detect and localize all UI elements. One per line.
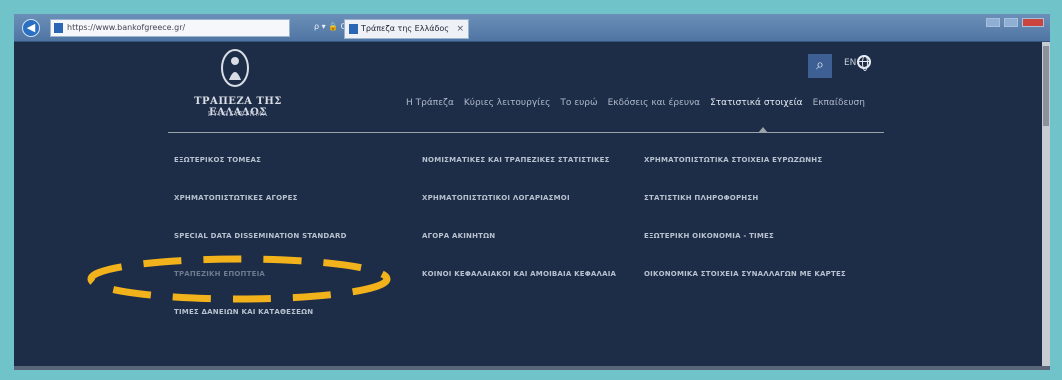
taskbar-strip bbox=[14, 366, 1050, 370]
nav-item-education[interactable]: Εκπαίδευση bbox=[813, 98, 865, 108]
nav-item-main-functions[interactable]: Κύριες λειτουργίες bbox=[464, 98, 550, 108]
search-icon[interactable]: ⌕ bbox=[808, 54, 832, 78]
main-navigation: Η Τράπεζα Κύριες λειτουργίες Το ευρώ Εκδ… bbox=[406, 98, 865, 108]
back-arrow-icon[interactable]: ◀ bbox=[22, 19, 40, 37]
eurosystem-label: ΕΥΡΩΣΥΣΤΗΜΑ bbox=[207, 111, 269, 118]
menu-external-economy-prices[interactable]: ΕΞΩΤΕΡΙΚΗ ΟΙΚΟΝΟΜΙΑ - ΤΙΜΕΣ bbox=[644, 232, 774, 240]
address-bar[interactable]: https://www.bankofgreece.gr/ bbox=[50, 19, 290, 37]
tab-close-icon[interactable]: × bbox=[456, 20, 464, 38]
tab-favicon-icon bbox=[349, 24, 358, 34]
address-text: https://www.bankofgreece.gr/ bbox=[67, 23, 186, 32]
menu-eurozone-data[interactable]: ΧΡΗΜΑΤΟΠΙΣΤΩΤΙΚΑ ΣΤΟΙΧΕΙΑ ΕΥΡΩΖΩΝΗΣ bbox=[644, 156, 822, 164]
language-switch[interactable]: EN bbox=[844, 58, 856, 68]
nav-item-euro[interactable]: Το ευρώ bbox=[560, 98, 597, 108]
highlight-ellipse-annotation bbox=[87, 255, 391, 303]
menu-statistical-info[interactable]: ΣΤΑΤΙΣΤΙΚΗ ΠΛΗΡΟΦΟΡΗΣΗ bbox=[644, 194, 758, 202]
nav-item-bank[interactable]: Η Τράπεζα bbox=[406, 98, 454, 108]
window-close-icon[interactable] bbox=[1022, 18, 1044, 27]
browser-toolbar: ◀ https://www.bankofgreece.gr/ ρ ▾ 🔒 C Τ… bbox=[14, 14, 1050, 42]
menu-loan-deposit-rates[interactable]: ΤΙΜΕΣ ΔΑΝΕΙΩΝ ΚΑΙ ΚΑΤΑΘΕΣΕΩΝ bbox=[174, 308, 313, 316]
menu-financial-accounts[interactable]: ΧΡΗΜΑΤΟΠΙΣΤΩΤΙΚΟΙ ΛΟΓΑΡΙΑΣΜΟΙ bbox=[422, 194, 570, 202]
nav-divider bbox=[168, 132, 884, 133]
web-page: ΤΡΑΠΕΖΑ ΤΗΣ ΕΛΛΑΔΟΣ ΕΥΡΩΣΥΣΤΗΜΑ ⌕ EN Η Τ… bbox=[14, 42, 1050, 366]
window-controls bbox=[986, 18, 1044, 27]
nav-item-statistics[interactable]: Στατιστικά στοιχεία bbox=[710, 98, 802, 108]
active-nav-caret-icon bbox=[758, 127, 768, 133]
scrollbar-thumb[interactable] bbox=[1043, 46, 1049, 126]
globe-icon[interactable] bbox=[857, 55, 871, 71]
tab-title: Τράπεζα της Ελλάδος bbox=[361, 24, 449, 33]
minimize-icon[interactable] bbox=[986, 18, 1000, 27]
bank-logo-icon[interactable] bbox=[220, 48, 250, 88]
menu-monetary-statistics[interactable]: ΝΟΜΙΣΜΑΤΙΚΕΣ ΚΑΙ ΤΡΑΠΕΖΙΚΕΣ ΣΤΑΤΙΣΤΙΚΕΣ bbox=[422, 156, 610, 164]
menu-card-transactions[interactable]: ΟΙΚΟΝΟΜΙΚΑ ΣΤΟΙΧΕΙΑ ΣΥΝΑΛΛΑΓΩΝ ΜΕ ΚΑΡΤΕΣ bbox=[644, 270, 846, 278]
page-scrollbar[interactable] bbox=[1042, 42, 1050, 366]
menu-real-estate[interactable]: ΑΓΟΡΑ ΑΚΙΝΗΤΩΝ bbox=[422, 232, 495, 240]
menu-special-data[interactable]: SPECIAL DATA DISSEMINATION STANDARD bbox=[174, 232, 347, 240]
browser-tab[interactable]: Τράπεζα της Ελλάδος × bbox=[344, 19, 469, 39]
nav-item-publications[interactable]: Εκδόσεις και έρευνα bbox=[608, 98, 701, 108]
menu-funds[interactable]: ΚΟΙΝΟΙ ΚΕΦΑΛΑΙΑΚΟΙ ΚΑΙ ΑΜΟΙΒΑΙΑ ΚΕΦΑΛΑΙΑ bbox=[422, 270, 616, 278]
menu-external-sector[interactable]: ΕΞΩΤΕΡΙΚΟΣ ΤΟΜΕΑΣ bbox=[174, 156, 261, 164]
site-favicon-icon bbox=[54, 23, 63, 33]
address-tools[interactable]: ρ ▾ 🔒 C bbox=[314, 22, 346, 31]
maximize-icon[interactable] bbox=[1004, 18, 1018, 27]
menu-financial-markets[interactable]: ΧΡΗΜΑΤΟΠΙΣΤΩΤΙΚΕΣ ΑΓΟΡΕΣ bbox=[174, 194, 298, 202]
